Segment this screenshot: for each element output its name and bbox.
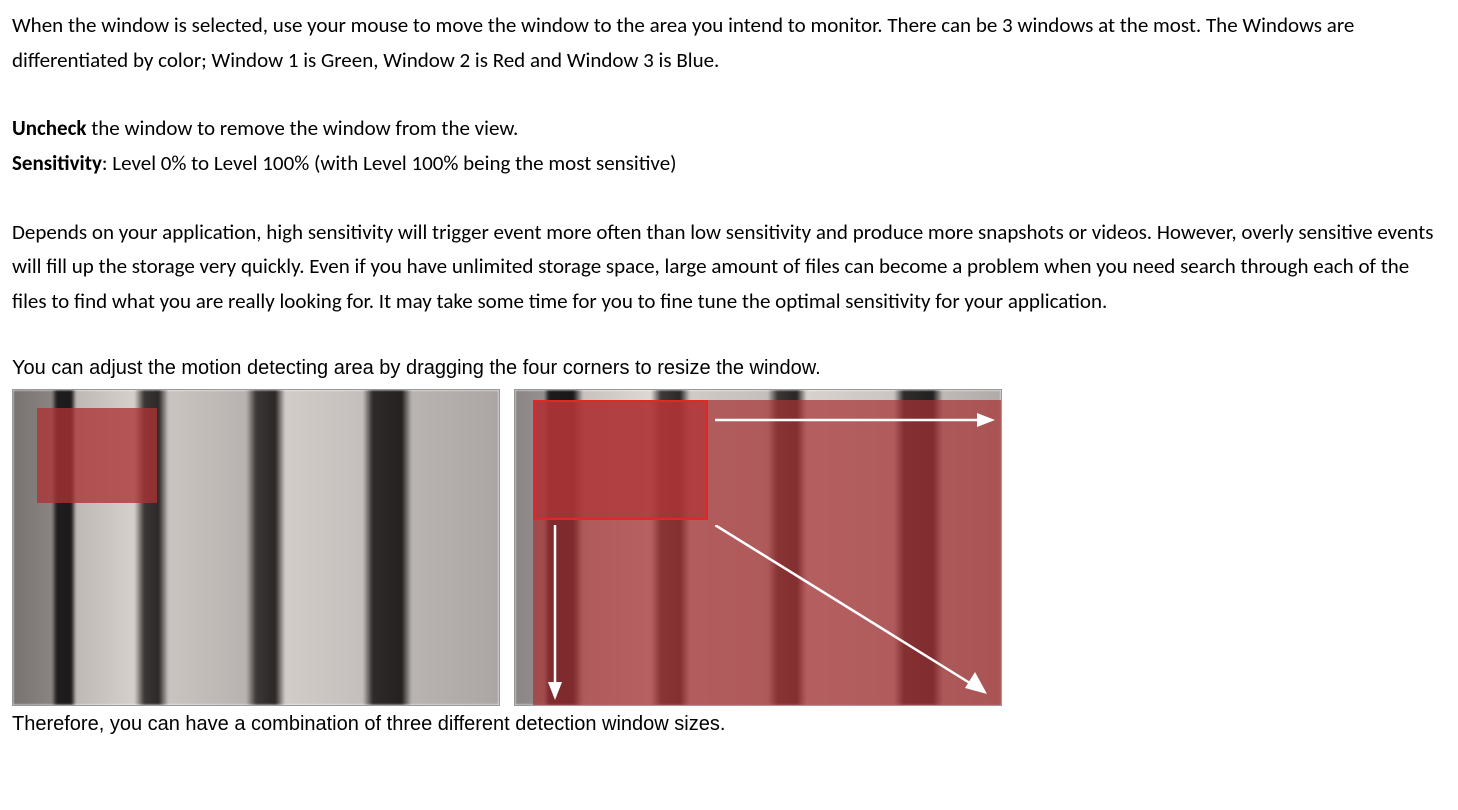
paragraph-uncheck: Uncheck the window to remove the window … xyxy=(12,111,1446,146)
image-panel-right xyxy=(514,389,1002,706)
bold-sensitivity: Sensitivity xyxy=(12,150,102,176)
arrow-diagonal-icon xyxy=(715,525,990,700)
paragraph-therefore: Therefore, you can have a combination of… xyxy=(12,708,1446,741)
image-row xyxy=(12,389,1446,706)
image-panel-left xyxy=(12,389,500,706)
paragraph-adjust: You can adjust the motion detecting area… xyxy=(12,352,1446,385)
text-uncheck-rest: the window to remove the window from the… xyxy=(86,115,518,141)
bold-uncheck: Uncheck xyxy=(12,115,86,141)
detection-window-outline xyxy=(533,400,708,520)
spacer xyxy=(12,181,1446,215)
text-sensitivity-rest: : Level 0% to Level 100% (with Level 100… xyxy=(102,150,677,176)
detection-window-small xyxy=(37,408,157,503)
paragraph-depends: Depends on your application, high sensit… xyxy=(12,215,1446,319)
text-depends: Depends on your application, high sensit… xyxy=(12,219,1434,314)
text-adjust: You can adjust the motion detecting area… xyxy=(12,357,821,379)
spacer xyxy=(12,77,1446,111)
text-intro: When the window is selected, use your mo… xyxy=(12,12,1354,73)
arrow-down-icon xyxy=(545,525,565,700)
paragraph-intro: When the window is selected, use your mo… xyxy=(12,8,1446,77)
spacer xyxy=(12,318,1446,352)
paragraph-sensitivity: Sensitivity: Level 0% to Level 100% (wit… xyxy=(12,146,1446,181)
arrow-right-icon xyxy=(715,410,995,430)
text-therefore: Therefore, you can have a combination of… xyxy=(12,713,725,735)
